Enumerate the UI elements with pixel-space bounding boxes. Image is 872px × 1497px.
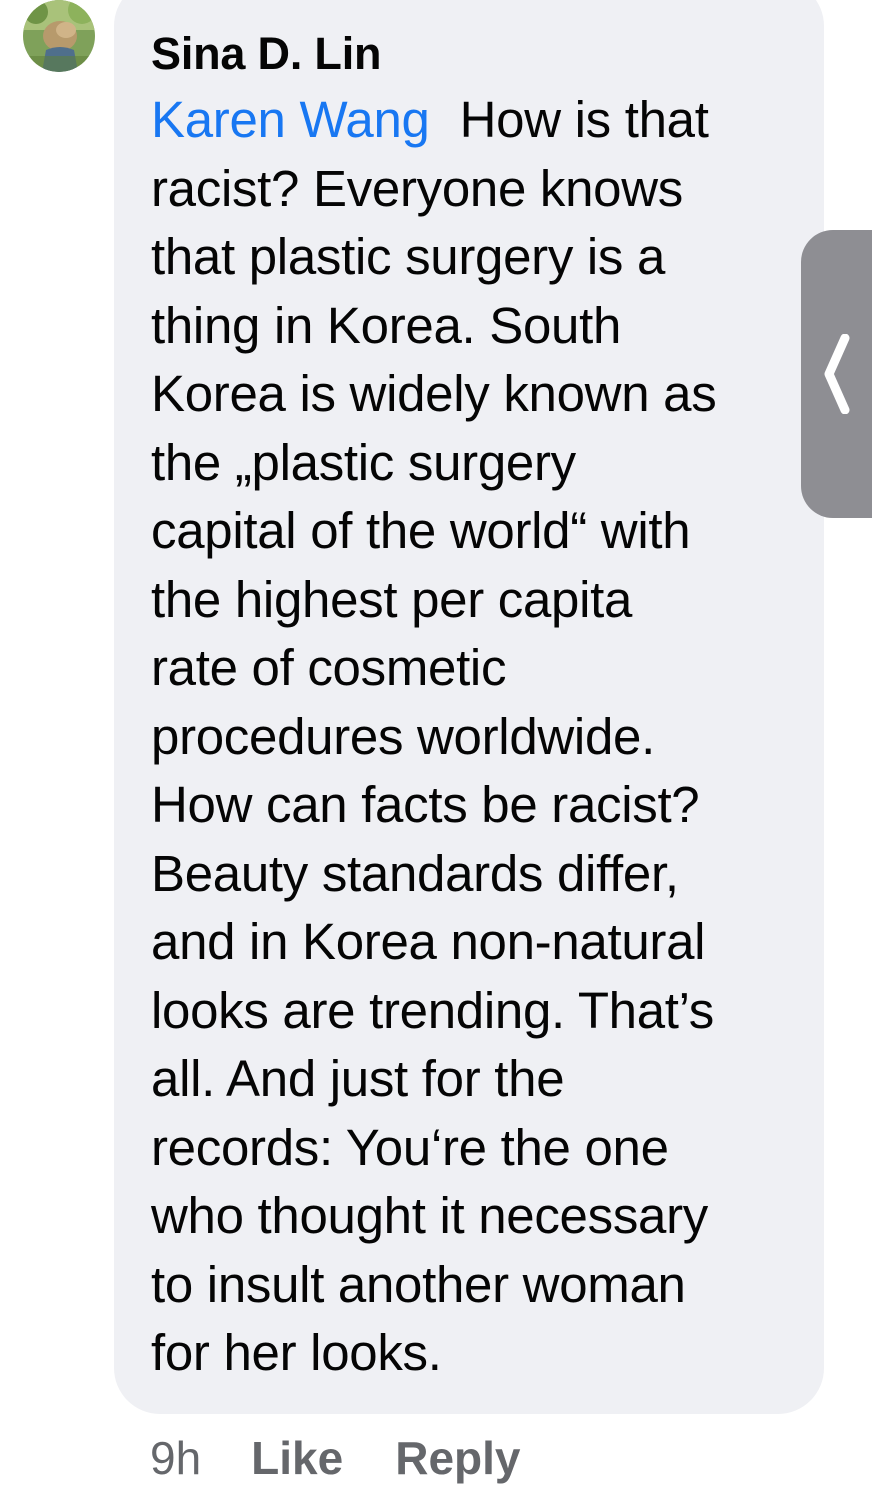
chevron-left-icon (824, 334, 850, 414)
comment-line: looks are trending. That’s (151, 981, 714, 1039)
avatar-photo (23, 0, 95, 72)
like-button[interactable]: Like (251, 1431, 343, 1485)
comment-line: for her looks. (151, 1324, 442, 1381)
comment-screen: Sina D. Lin Karen Wang How is that racist… (0, 0, 872, 1497)
comment-line: the „plastic surgery (151, 433, 576, 491)
comment-line: procedures worldwide. (151, 707, 655, 765)
comment-line: who thought it necessary (151, 1187, 708, 1244)
side-panel-handle[interactable] (801, 230, 872, 518)
comment-line: Korea is widely known as (151, 365, 717, 422)
comment-line: rate of cosmetic (151, 639, 507, 696)
comment-line: the highest per capita (151, 570, 633, 628)
comment-bubble: Sina D. Lin Karen Wang How is that racist… (114, 0, 824, 1414)
comment-line: records: You‘re the one (151, 1118, 669, 1176)
comment-author[interactable]: Sina D. Lin (151, 24, 794, 84)
comment-line: Beauty standards differ, (151, 844, 679, 902)
comment-line: that plastic surgery is a (151, 228, 666, 285)
comment-line: all. And just for the (151, 1050, 565, 1107)
comment-line: thing in Korea. South (151, 296, 622, 354)
comment-line: racist? Everyone knows (151, 159, 683, 217)
comment-timestamp[interactable]: 9h (150, 1431, 201, 1485)
comment-line: How is that (459, 91, 709, 148)
comment-line: capital of the world“ with (151, 502, 691, 559)
comment-actions: 9h Like Reply (150, 1428, 520, 1488)
avatar[interactable] (22, 0, 96, 72)
comment-line: and in Korea non-natural (151, 913, 706, 970)
comment-body: Karen Wang How is that racist? Everyone k… (151, 86, 794, 1388)
mention-link[interactable]: Karen Wang (151, 91, 430, 148)
reply-button[interactable]: Reply (395, 1431, 520, 1485)
comment-first-line: Karen Wang How is that (151, 86, 794, 155)
comment-line: to insult another woman (151, 1255, 686, 1313)
comment-line: How can facts be racist? (151, 776, 700, 833)
